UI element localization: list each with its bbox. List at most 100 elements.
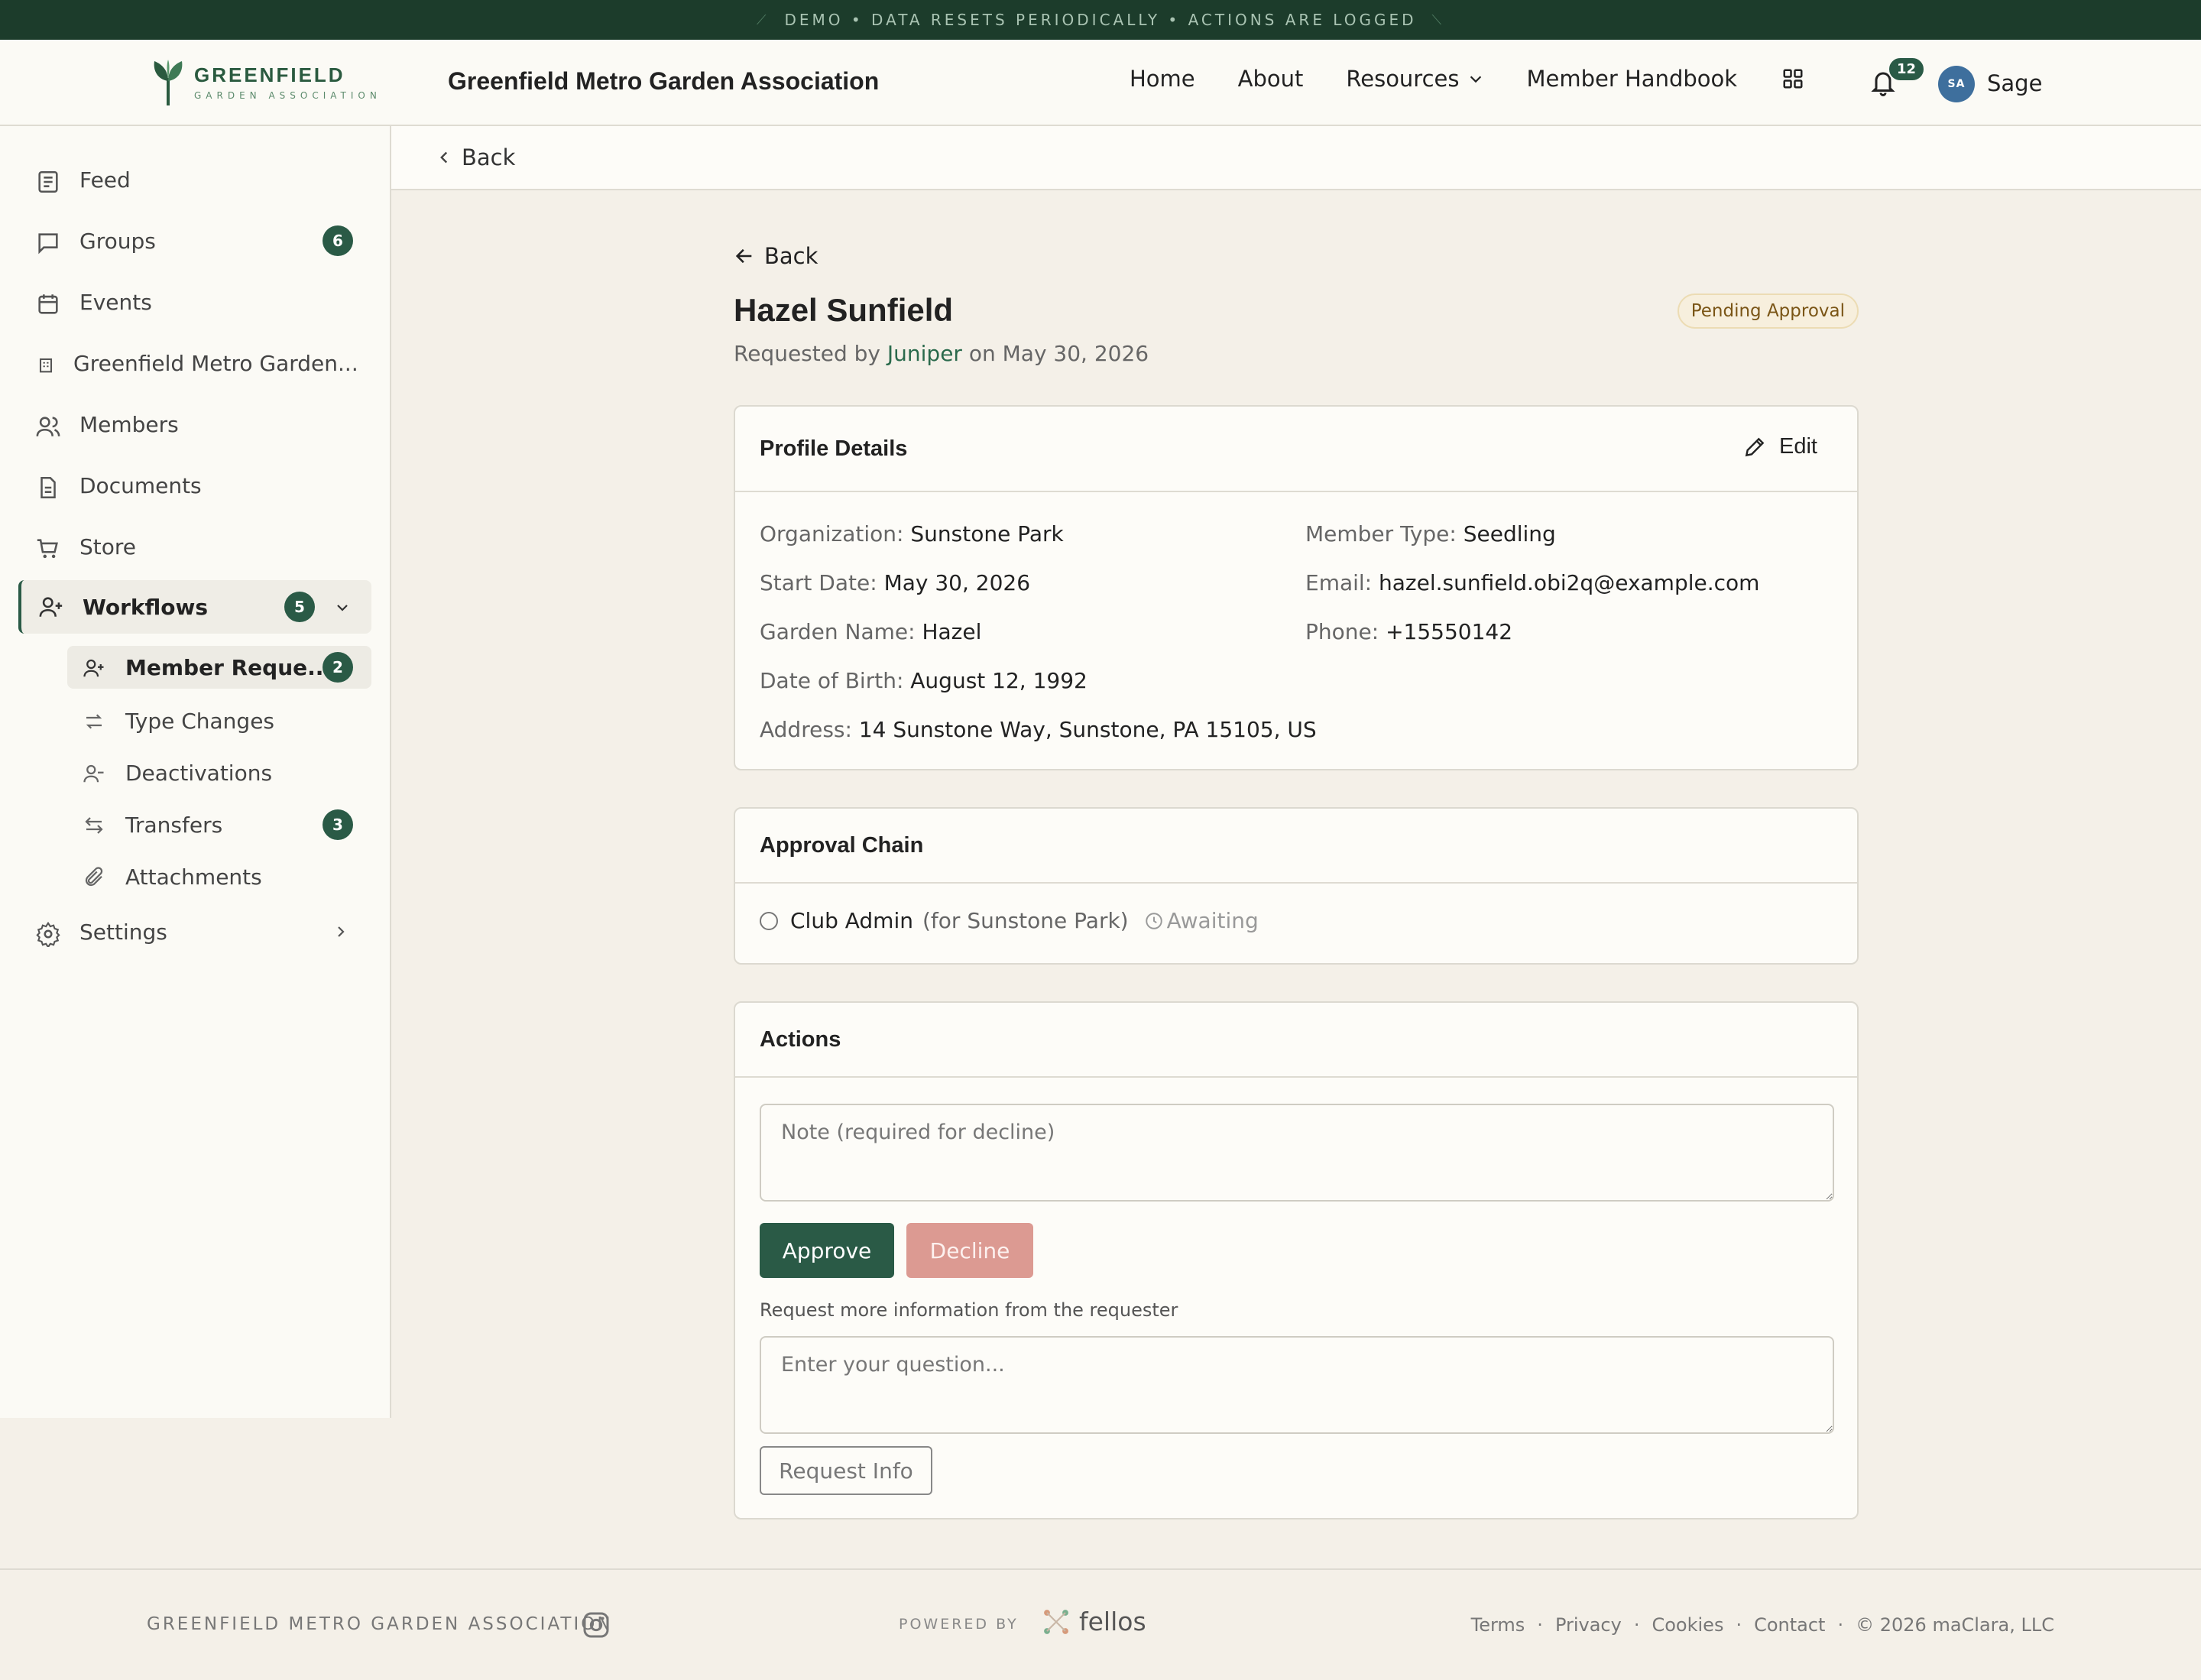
field-label: Email: xyxy=(1305,570,1373,595)
clock-icon xyxy=(1145,912,1162,929)
field-label: Start Date: xyxy=(760,570,877,595)
edit-label: Edit xyxy=(1779,434,1817,459)
nav-resources[interactable]: Resources xyxy=(1346,66,1483,92)
field-date-of-birth: Date of Birth: August 12, 1992 xyxy=(760,668,1088,693)
sidebar-subitem-label: Transfers xyxy=(125,812,223,838)
approval-chain-header: Approval Chain xyxy=(735,809,1857,884)
approve-button[interactable]: Approve xyxy=(760,1223,894,1278)
approval-step: Club Admin (for Sunstone Park) Awaiting xyxy=(760,908,1259,933)
fellos-brand[interactable]: fellos xyxy=(1042,1607,1146,1636)
status-badge: Pending Approval xyxy=(1677,294,1859,329)
groups-badge: 6 xyxy=(323,225,353,256)
paperclip-icon xyxy=(85,867,103,887)
footer-separator: · xyxy=(1633,1614,1640,1636)
field-label: Address: xyxy=(760,717,852,742)
sidebar-item-groups[interactable]: Groups 6 xyxy=(0,218,391,264)
sprout-logo-icon xyxy=(154,60,183,105)
edit-button[interactable]: Edit xyxy=(1742,434,1817,459)
field-organization: Organization: Sunstone Park xyxy=(760,521,1064,546)
requester-link[interactable]: Juniper xyxy=(887,341,962,366)
page-title: Hazel Sunfield xyxy=(734,292,954,328)
field-label: Phone: xyxy=(1305,619,1379,644)
sidebar-subitem-type-changes[interactable]: Type Changes xyxy=(67,699,371,742)
field-garden-name: Garden Name: Hazel xyxy=(760,619,981,644)
users-icon xyxy=(36,417,60,436)
powered-by: POWERED BY xyxy=(899,1616,1019,1633)
user-name[interactable]: Sage xyxy=(1987,70,2042,96)
profile-details-card: Profile Details Edit Organization: Sunst… xyxy=(734,405,1859,770)
field-value: Hazel xyxy=(922,619,982,644)
workflows-badge: 5 xyxy=(284,592,315,622)
sidebar-subitem-attachments[interactable]: Attachments xyxy=(67,855,371,898)
footer-link-privacy[interactable]: Privacy xyxy=(1555,1614,1622,1636)
sidebar-item-organization[interactable]: Greenfield Metro Garden... xyxy=(0,340,391,386)
fellos-logo-icon xyxy=(1044,1609,1068,1634)
sidebar-item-members[interactable]: Members xyxy=(0,401,391,447)
card-title: Profile Details xyxy=(760,436,908,461)
footer-link-terms[interactable]: Terms xyxy=(1471,1614,1525,1636)
nav-about[interactable]: About xyxy=(1238,66,1304,92)
field-label: Date of Birth: xyxy=(760,668,904,693)
sidebar-subitem-label: Member Reque... xyxy=(125,654,332,680)
user-minus-icon xyxy=(83,764,104,783)
footer-link-cookies[interactable]: Cookies xyxy=(1652,1614,1723,1636)
field-member-type: Member Type: Seedling xyxy=(1305,521,1556,546)
apps-grid-icon[interactable] xyxy=(1781,67,1804,90)
fellos-label: fellos xyxy=(1079,1607,1146,1636)
avatar[interactable]: SA xyxy=(1938,66,1975,102)
document-icon xyxy=(41,476,56,499)
actions-card: Actions Approve Decline Request more inf… xyxy=(734,1001,1859,1519)
requested-suffix: on May 30, 2026 xyxy=(968,341,1149,366)
question-input[interactable] xyxy=(760,1336,1834,1434)
nav-member-handbook[interactable]: Member Handbook xyxy=(1527,66,1738,92)
logo-name: GREENFIELD xyxy=(194,63,345,86)
sidebar-item-label: Events xyxy=(79,289,152,315)
footer-link-contact[interactable]: Contact xyxy=(1754,1614,1825,1636)
actions-header: Actions xyxy=(735,1003,1857,1078)
swap-icon xyxy=(86,714,102,729)
back-link-top[interactable]: Back xyxy=(462,144,515,170)
sidebar-item-label: Settings xyxy=(79,919,167,945)
pencil-icon xyxy=(1745,437,1765,456)
sidebar: Feed Groups 6 Events Greenfield Metro Ga… xyxy=(0,126,391,1418)
org-title: Greenfield Metro Garden Association xyxy=(448,67,880,95)
field-value: August 12, 1992 xyxy=(910,668,1088,693)
back-link[interactable]: Back xyxy=(734,243,818,269)
field-address: Address: 14 Sunstone Way, Sunstone, PA 1… xyxy=(760,717,1317,742)
top-nav: Home About Resources Member Handbook xyxy=(1130,66,1847,92)
member-requests-badge: 2 xyxy=(323,652,353,683)
footer-separator: · xyxy=(1736,1614,1742,1636)
logo[interactable]: GREENFIELD GARDEN ASSOCIATION xyxy=(150,55,381,110)
sidebar-subitem-member-requests[interactable]: Member Reque... 2 xyxy=(67,646,371,689)
gear-icon xyxy=(36,921,60,947)
field-label: Garden Name: xyxy=(760,619,916,644)
sidebar-item-label: Members xyxy=(79,411,179,437)
chevron-down-icon[interactable] xyxy=(333,598,352,617)
sidebar-item-workflows[interactable]: Workflows 5 xyxy=(18,580,371,634)
footer-links: Terms · Privacy · Cookies · Contact · © 2026… xyxy=(1471,1614,2054,1636)
field-value: May 30, 2026 xyxy=(883,570,1031,595)
field-value: 14 Sunstone Way, Sunstone, PA 15105, US xyxy=(858,717,1317,742)
field-value: Seedling xyxy=(1463,521,1556,546)
request-info-label: Request more information from the reques… xyxy=(760,1299,1178,1321)
request-info-button[interactable]: Request Info xyxy=(760,1446,932,1495)
sidebar-item-settings[interactable]: Settings xyxy=(0,909,391,955)
field-value: hazel.sunfield.obi2q@example.com xyxy=(1379,570,1760,595)
field-value: +15550142 xyxy=(1386,619,1513,644)
sidebar-subitem-transfers[interactable]: Transfers 3 xyxy=(67,803,371,846)
sidebar-item-documents[interactable]: Documents xyxy=(0,462,391,508)
requested-by: Requested by Juniper on May 30, 2026 xyxy=(734,341,1149,366)
sidebar-subitem-label: Attachments xyxy=(125,864,262,890)
field-start-date: Start Date: May 30, 2026 xyxy=(760,570,1030,595)
decline-button[interactable]: Decline xyxy=(906,1223,1033,1278)
sidebar-item-feed[interactable]: Feed xyxy=(0,157,391,203)
sidebar-item-events[interactable]: Events xyxy=(0,279,391,325)
sidebar-subitem-label: Deactivations xyxy=(125,760,273,786)
decline-note-input[interactable] xyxy=(760,1104,1834,1202)
approver-role: Club Admin xyxy=(790,908,913,933)
nav-home[interactable]: Home xyxy=(1130,66,1195,92)
banner-right-mark: ⟍ xyxy=(1431,11,1445,28)
sidebar-item-store[interactable]: Store xyxy=(0,524,391,569)
sidebar-subitem-deactivations[interactable]: Deactivations xyxy=(67,751,371,794)
instagram-icon[interactable] xyxy=(581,1610,611,1640)
